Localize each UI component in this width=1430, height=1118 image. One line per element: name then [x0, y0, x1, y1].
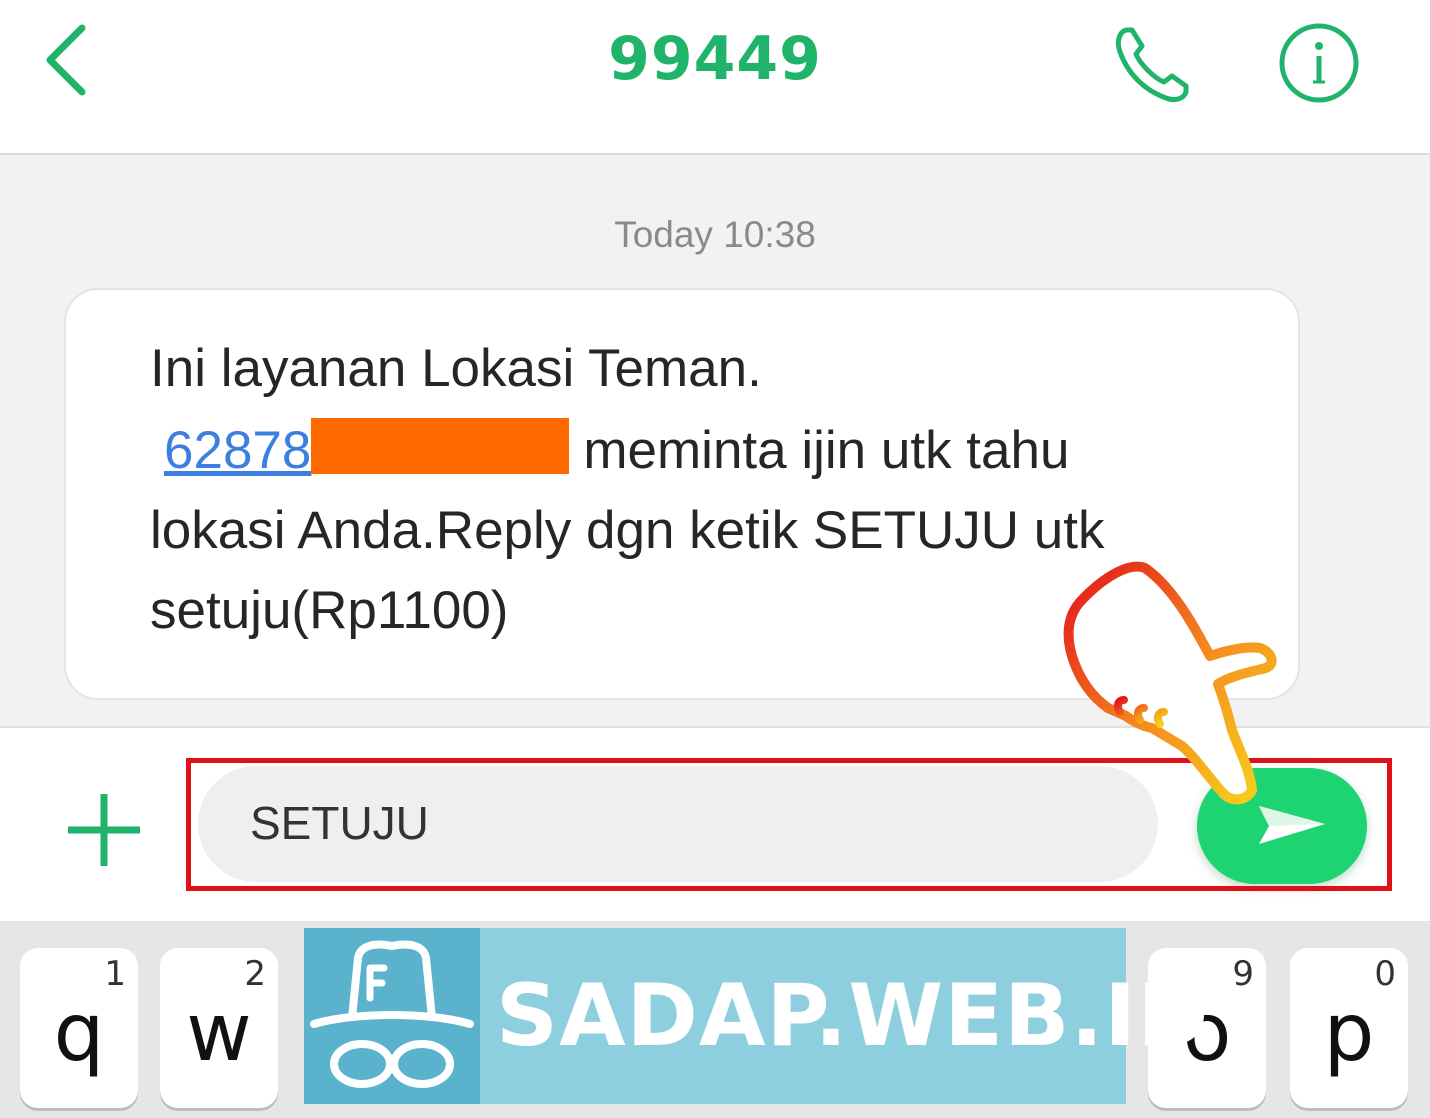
plus-icon	[68, 794, 140, 866]
chevron-left-icon	[46, 24, 86, 96]
info-icon	[1279, 23, 1359, 103]
key-p-char: p	[1323, 986, 1375, 1079]
pointing-hand-icon	[1063, 561, 1277, 805]
message-line-4: setuju(Rp1100)	[150, 581, 509, 640]
key-q-char: q	[53, 986, 105, 1079]
message-line-3: lokasi Anda.Reply dgn ketik SETUJU utk	[150, 501, 1105, 560]
info-button[interactable]	[1276, 20, 1362, 106]
message-line-2: 62878 meminta ijin utk tahu	[164, 418, 1069, 481]
contact-title: 99449	[608, 24, 822, 94]
message-line-1: Ini layanan Lokasi Teman.	[150, 339, 762, 398]
back-button[interactable]	[30, 20, 110, 100]
add-attachment-button[interactable]	[64, 790, 144, 870]
phone-number-link[interactable]: 62878	[164, 421, 311, 480]
key-w-char: w	[186, 986, 252, 1079]
message-timestamp: Today 10:38	[614, 214, 816, 255]
watermark-text: SADAP.WEB.ID	[496, 966, 1210, 1066]
phone-icon	[1115, 27, 1189, 103]
call-button[interactable]	[1110, 20, 1196, 106]
watermark-logo	[304, 928, 480, 1104]
key-p[interactable]: 0 p	[1290, 948, 1408, 1108]
spy-hat-glasses-icon	[310, 940, 474, 1088]
key-q[interactable]: 1 q	[20, 948, 138, 1108]
key-w[interactable]: 2 w	[160, 948, 278, 1108]
message-line-2-text: meminta ijin utk tahu	[583, 421, 1070, 480]
redaction-block	[311, 418, 570, 474]
